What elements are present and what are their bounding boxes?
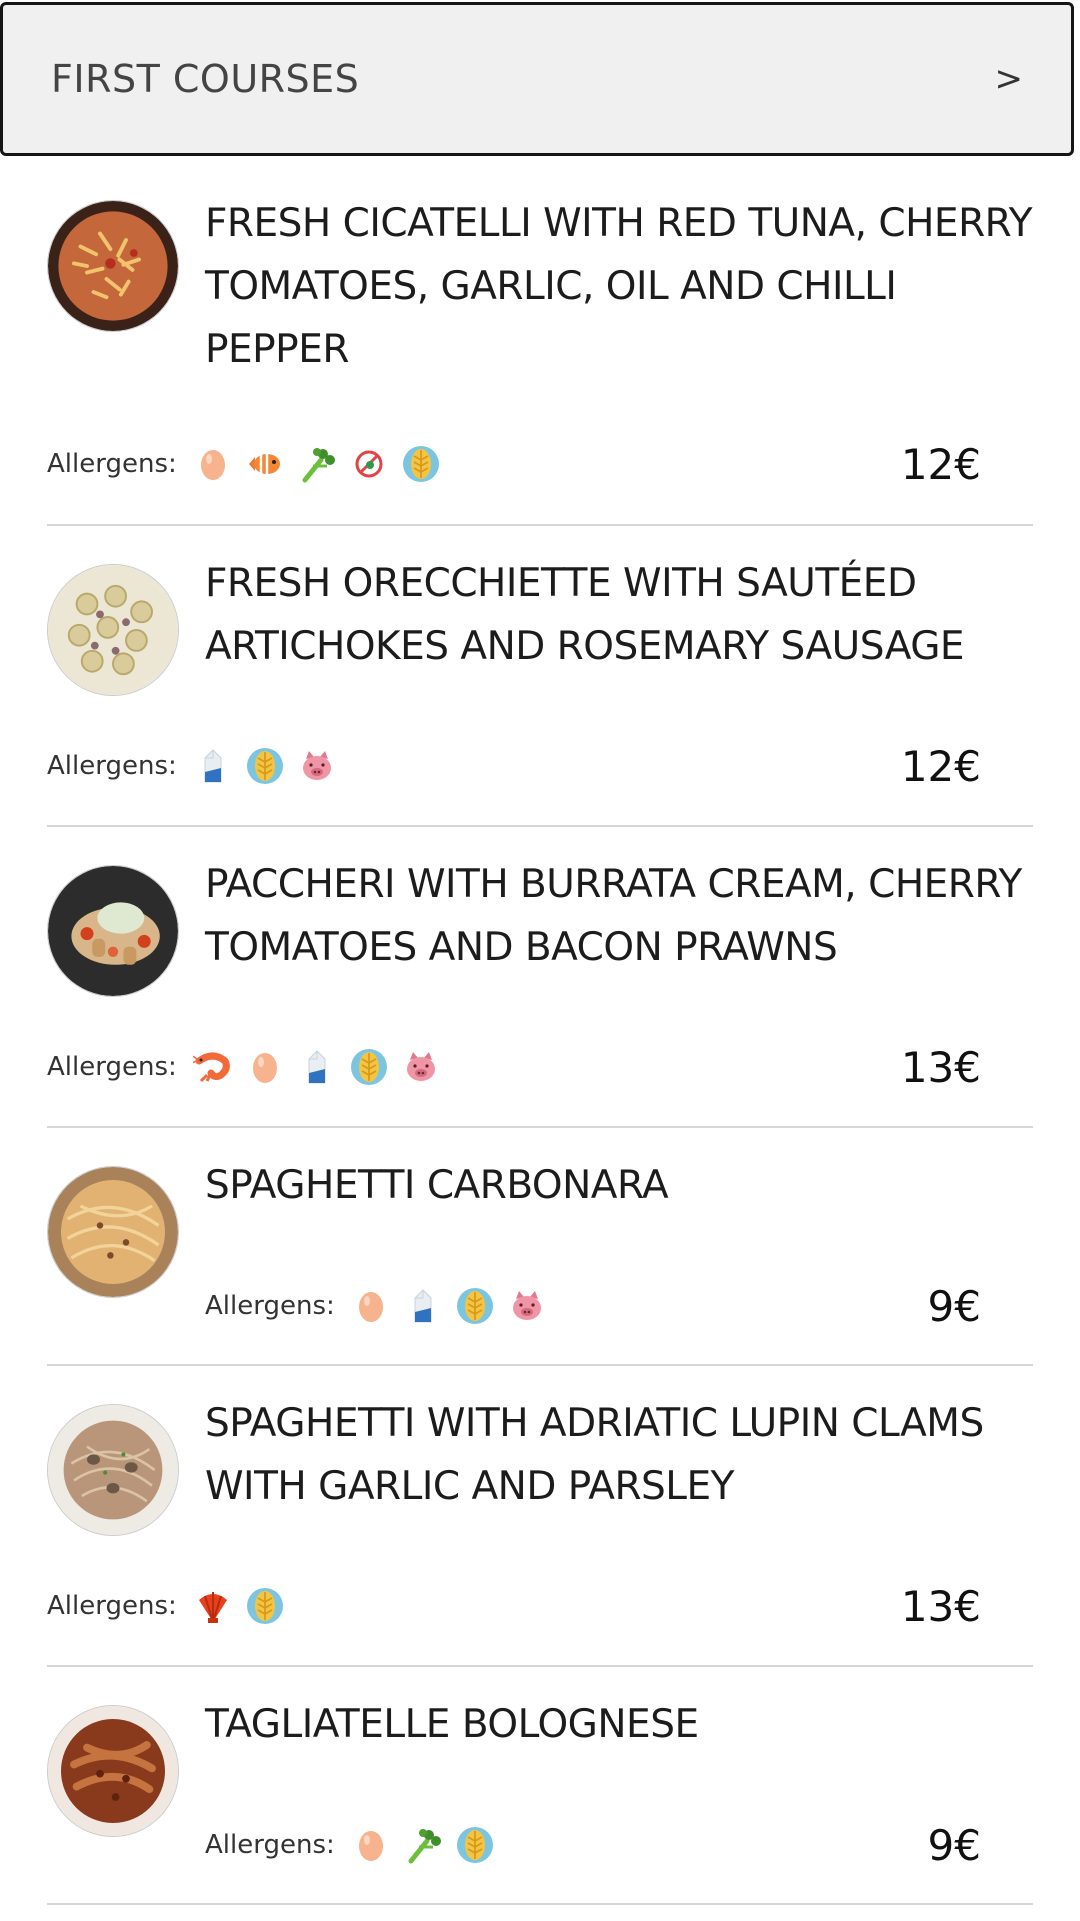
dish-item[interactable]: FRESH ORECCHIETTE WITH SAUTÉED ARTICHOKE… xyxy=(47,524,1033,827)
dish-name: PACCHERI WITH BURRATA CREAM, CHERRY TOMA… xyxy=(205,862,1022,970)
dish-price: 13€ xyxy=(900,1043,981,1092)
gluten-icon xyxy=(245,1586,285,1626)
dish-photo xyxy=(47,1166,179,1298)
dish-photo xyxy=(47,564,179,696)
allergen-row: Allergens: xyxy=(47,1586,297,1626)
dish-name: SPAGHETTI CARBONARA xyxy=(205,1163,669,1208)
pork-icon xyxy=(297,746,337,786)
milk-icon xyxy=(403,1286,443,1326)
dish-price: 13€ xyxy=(900,1582,981,1631)
allergens-label: Allergens: xyxy=(205,1291,335,1321)
milk-icon xyxy=(297,1047,337,1087)
dish-price: 9€ xyxy=(927,1821,981,1870)
dish-item[interactable]: TAGLIATELLE BOLOGNESE Allergens: 9€ xyxy=(47,1665,1033,1905)
dish-name: FRESH ORECCHIETTE WITH SAUTÉED ARTICHOKE… xyxy=(205,561,965,669)
allergens-label: Allergens: xyxy=(47,1052,177,1082)
celery-icon xyxy=(297,444,337,484)
egg-icon xyxy=(193,444,233,484)
egg-icon xyxy=(351,1286,391,1326)
dish-photo xyxy=(47,200,179,332)
allergens-label: Allergens: xyxy=(205,1830,335,1860)
pork-icon xyxy=(507,1286,547,1326)
milk-icon xyxy=(193,746,233,786)
allergen-row: Allergens: xyxy=(47,1047,453,1087)
gluten-icon xyxy=(245,746,285,786)
egg-icon xyxy=(245,1047,285,1087)
category-title: FIRST COURSES xyxy=(51,57,360,101)
dish-name: FRESH CICATELLI WITH RED TUNA, CHERRY TO… xyxy=(205,201,1033,372)
shrimp-icon xyxy=(192,1047,233,1087)
fish-icon xyxy=(245,444,285,484)
celery-icon xyxy=(403,1825,443,1865)
dish-name: SPAGHETTI WITH ADRIATIC LUPIN CLAMS WITH… xyxy=(205,1401,984,1509)
egg-icon xyxy=(351,1825,391,1865)
shellfish-icon xyxy=(193,1586,233,1626)
dish-photo xyxy=(47,1705,179,1837)
gluten-icon xyxy=(455,1286,495,1326)
category-header-first-courses[interactable]: FIRST COURSES > xyxy=(0,2,1074,156)
dish-item[interactable]: FRESH CICATELLI WITH RED TUNA, CHERRY TO… xyxy=(47,156,1033,526)
dish-price: 12€ xyxy=(900,440,981,489)
dish-name: TAGLIATELLE BOLOGNESE xyxy=(205,1702,699,1747)
dish-photo xyxy=(47,865,179,997)
allergens-label: Allergens: xyxy=(47,1591,177,1621)
dish-photo xyxy=(47,1404,179,1536)
gluten-icon xyxy=(349,1047,389,1087)
allergen-row: Allergens: xyxy=(205,1286,559,1326)
dish-item[interactable]: SPAGHETTI CARBONARA Allergens: 9€ xyxy=(47,1126,1033,1366)
allergen-row: Allergens: xyxy=(205,1825,507,1865)
menu-page: FIRST COURSES > FRESH CICATELLI WITH RED… xyxy=(0,0,1080,1921)
no-sulfites-icon xyxy=(349,444,389,484)
allergens-label: Allergens: xyxy=(47,449,177,479)
dish-item[interactable]: PACCHERI WITH BURRATA CREAM, CHERRY TOMA… xyxy=(47,825,1033,1128)
gluten-icon xyxy=(455,1825,495,1865)
allergen-row: Allergens: xyxy=(47,444,453,484)
dish-item[interactable]: SPAGHETTI WITH ADRIATIC LUPIN CLAMS WITH… xyxy=(47,1364,1033,1667)
allergen-row: Allergens: xyxy=(47,746,349,786)
gluten-icon xyxy=(401,444,441,484)
chevron-right-icon[interactable]: > xyxy=(995,59,1024,99)
allergens-label: Allergens: xyxy=(47,751,177,781)
pork-icon xyxy=(401,1047,441,1087)
dish-price: 9€ xyxy=(927,1282,981,1331)
dish-price: 12€ xyxy=(900,742,981,791)
